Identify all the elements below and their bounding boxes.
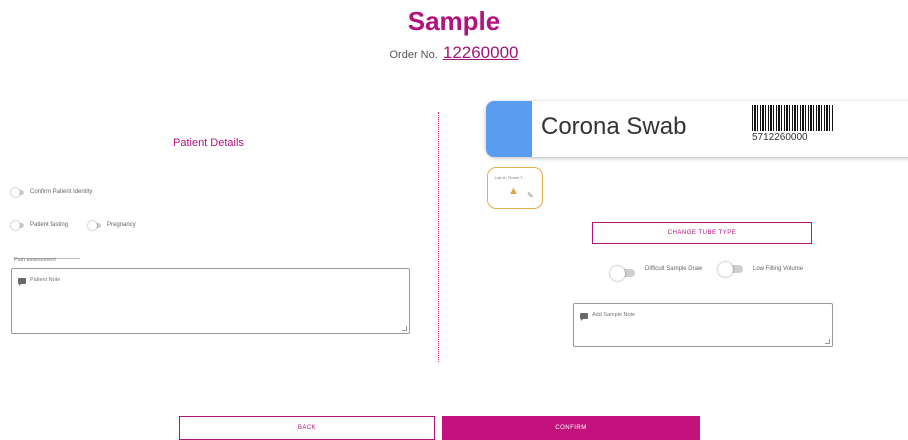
- back-button[interactable]: BACK: [179, 416, 435, 440]
- pregnancy-toggle-row[interactable]: Pregnancy: [88, 220, 136, 230]
- toggle-knob: [88, 220, 97, 230]
- pregnancy-toggle[interactable]: [88, 220, 101, 230]
- difficult-draw-toggle-row[interactable]: Difficult Sample Draw: [610, 265, 709, 281]
- lab-location-label: Lab A / Room T...: [495, 175, 526, 180]
- pencil-icon[interactable]: ✎: [527, 192, 534, 200]
- comment-icon: [18, 278, 26, 286]
- confirm-button[interactable]: CONFIRM: [442, 416, 700, 440]
- tube-name: Corona Swab: [541, 113, 687, 140]
- patient-note-box[interactable]: [11, 268, 410, 334]
- change-tube-type-button[interactable]: CHANGE TUBE TYPE: [592, 222, 812, 244]
- difficult-draw-label: Difficult Sample Draw: [645, 266, 703, 272]
- toggle-knob: [610, 265, 625, 281]
- fasting-label: Patient fasting: [30, 222, 69, 228]
- barcode-icon: [752, 105, 834, 131]
- low-volume-toggle-row[interactable]: Low Filling Volume: [718, 261, 804, 277]
- order-prefix: Order No.: [389, 49, 438, 61]
- tube-color-swatch: [486, 101, 532, 157]
- confirm-identity-toggle[interactable]: [11, 187, 24, 197]
- patient-note-input[interactable]: [30, 277, 399, 325]
- lab-location-badge[interactable]: Lab A / Room T... ▲ ✎: [487, 167, 543, 209]
- pain-assessment-input[interactable]: [14, 257, 80, 263]
- pregnancy-label: Pregnancy: [107, 222, 136, 228]
- difficult-draw-toggle[interactable]: [610, 265, 635, 281]
- page-title: Sample: [407, 6, 501, 36]
- barcode-number: 5712260000: [752, 132, 808, 143]
- toggle-knob: [11, 187, 20, 197]
- tube-card: Corona Swab 5712260000: [486, 101, 908, 157]
- patient-details-title: Patient Details: [173, 137, 244, 149]
- sample-note-input[interactable]: [592, 312, 822, 338]
- toggle-knob: [11, 220, 20, 230]
- resize-handle-icon[interactable]: [402, 326, 407, 331]
- comment-icon: [580, 313, 588, 321]
- order-line: Order No. 12260000: [0, 43, 908, 63]
- toggle-knob: [718, 261, 733, 277]
- sample-note-box[interactable]: [573, 303, 833, 347]
- order-number-link[interactable]: 12260000: [443, 43, 519, 62]
- confirm-identity-label: Confirm Patient Identity: [30, 189, 93, 195]
- resize-handle-icon[interactable]: [825, 339, 830, 344]
- flask-icon: ▲: [508, 185, 519, 197]
- fasting-toggle[interactable]: [11, 220, 24, 230]
- confirm-identity-toggle-row[interactable]: Confirm Patient Identity: [11, 187, 93, 197]
- pain-assessment-field[interactable]: [14, 248, 80, 263]
- column-divider: [438, 112, 439, 362]
- low-volume-label: Low Filling Volume: [753, 266, 804, 272]
- low-volume-toggle[interactable]: [718, 261, 743, 277]
- fasting-toggle-row[interactable]: Patient fasting: [11, 220, 69, 230]
